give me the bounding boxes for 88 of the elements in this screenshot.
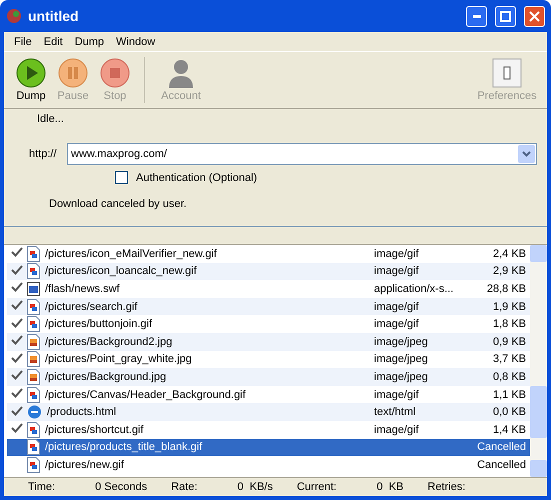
close-button[interactable] xyxy=(524,6,545,26)
file-size: 1,4 KB xyxy=(492,424,527,436)
menu-item[interactable]: Dump xyxy=(68,36,110,48)
mime-type: image/gif xyxy=(374,248,420,260)
file-path: /pictures/search.gif xyxy=(45,300,138,313)
image-file-icon xyxy=(27,456,40,473)
auth-checkbox[interactable] xyxy=(115,171,128,184)
file-path: /pictures/shortcut.gif xyxy=(45,424,144,436)
menu-item[interactable]: Window xyxy=(110,36,162,48)
status-label: Time: xyxy=(28,481,56,493)
file-path: /pictures/Background.jpg xyxy=(45,370,168,383)
close-icon xyxy=(529,10,540,22)
image-file-icon xyxy=(27,316,40,332)
file-path: /pictures/Canvas/Header_Background.gif xyxy=(45,388,247,401)
mime-type: text/html xyxy=(374,406,417,418)
file-size: Cancelled xyxy=(476,441,527,454)
file-path: /pictures/icon_eMailVerifier_new.gif xyxy=(45,248,218,260)
stop-icon xyxy=(100,58,130,88)
file-size: 1,9 KB xyxy=(492,300,527,313)
file-size: 0,8 KB xyxy=(492,370,527,383)
status-value: 0 KB/s xyxy=(237,481,273,493)
status-value: 0 KB xyxy=(376,481,404,493)
file-path: /pictures/icon_loancalc_new.gif xyxy=(45,265,198,278)
status-label: Retries: xyxy=(428,481,466,493)
status-value: 0 Seconds xyxy=(95,481,148,493)
menu-item[interactable]: Edit xyxy=(38,36,69,48)
dropdown-button[interactable] xyxy=(518,145,535,163)
image-file-icon xyxy=(27,263,40,280)
image-file-icon xyxy=(27,298,40,315)
file-path: /pictures/Point_gray_white.jpg xyxy=(45,353,193,366)
file-size: 2,9 KB xyxy=(492,265,527,278)
mime-type: image/gif xyxy=(374,318,420,330)
file-path: /pictures/new.gif xyxy=(45,458,125,471)
mime-type: image/gif xyxy=(374,300,420,313)
file-row[interactable]: /pictures/Background.jpg image/jpeg 0,8 KB xyxy=(7,368,530,386)
file-path: /pictures/products_title_blank.gif xyxy=(45,441,204,454)
menu-item[interactable]: File xyxy=(8,36,38,48)
mime-type: image/jpeg xyxy=(374,336,429,348)
file-row[interactable]: /pictures/Background2.jpg image/jpeg 0,9 KB xyxy=(7,332,530,351)
file-row[interactable]: /pictures/icon_loancalc_new.gif image/gif 2,9 KB xyxy=(7,262,530,280)
url-combo-field[interactable]: www.maxprog.com/ xyxy=(67,143,537,165)
mime-type: application/x-s... xyxy=(374,282,454,295)
chevron-down-icon xyxy=(522,151,531,157)
file-size: 0,0 KB xyxy=(492,406,527,418)
window-title: untitled xyxy=(28,8,80,24)
auth-label: Authentication (Optional) xyxy=(136,172,258,184)
image-file-icon xyxy=(27,439,40,456)
file-size: 28,8 KB xyxy=(486,282,527,295)
status-label: Rate: xyxy=(171,481,198,493)
pause-icon xyxy=(58,58,88,88)
mime-type: image/jpeg xyxy=(374,370,429,383)
image-file-icon xyxy=(27,386,40,403)
image-file-icon xyxy=(27,351,40,368)
minimize-icon xyxy=(472,14,480,18)
image-file-icon xyxy=(27,334,40,350)
file-size: 0,9 KB xyxy=(492,336,527,348)
file-path: /pictures/Background2.jpg xyxy=(45,336,174,348)
scrollbar[interactable] xyxy=(530,245,547,477)
image-file-icon xyxy=(27,422,40,438)
maximize-icon xyxy=(500,10,511,22)
file-path: /flash/news.swf xyxy=(45,282,121,295)
mime-type: image/jpeg xyxy=(374,353,429,366)
status-text: Idle... xyxy=(37,113,65,125)
play-icon xyxy=(16,58,46,88)
message-text: Download canceled by user. xyxy=(49,198,188,210)
switch-icon xyxy=(492,58,522,88)
url-prefix: http:// xyxy=(29,148,58,160)
app-icon xyxy=(6,8,22,24)
file-size: 2,4 KB xyxy=(492,248,527,260)
file-path: /pictures/buttonjoin.gif xyxy=(45,318,154,330)
file-size: 1,8 KB xyxy=(492,318,527,330)
status-label: Current: xyxy=(296,481,337,493)
flash-file-icon xyxy=(27,280,40,297)
file-row[interactable]: /pictures/search.gif image/gif 1,9 KB xyxy=(7,298,530,316)
file-size: 3,7 KB xyxy=(492,353,527,366)
person-icon xyxy=(167,58,195,88)
mime-type: image/gif xyxy=(374,388,420,401)
file-size: 1,1 KB xyxy=(492,388,527,401)
file-row[interactable]: /pictures/products_title_blank.gif Cancelled xyxy=(7,438,530,456)
image-file-icon xyxy=(27,368,40,385)
maximize-button[interactable] xyxy=(495,6,516,26)
mime-type: image/gif xyxy=(374,424,420,436)
file-row[interactable]: /products.html text/html 0,0 KB xyxy=(7,403,530,421)
mime-type: image/gif xyxy=(374,265,420,278)
file-path: /products.html xyxy=(47,406,118,418)
minimize-button[interactable] xyxy=(466,6,487,26)
toolbar-button[interactable]: Dump xyxy=(10,58,52,102)
file-size: Cancelled xyxy=(476,458,527,471)
